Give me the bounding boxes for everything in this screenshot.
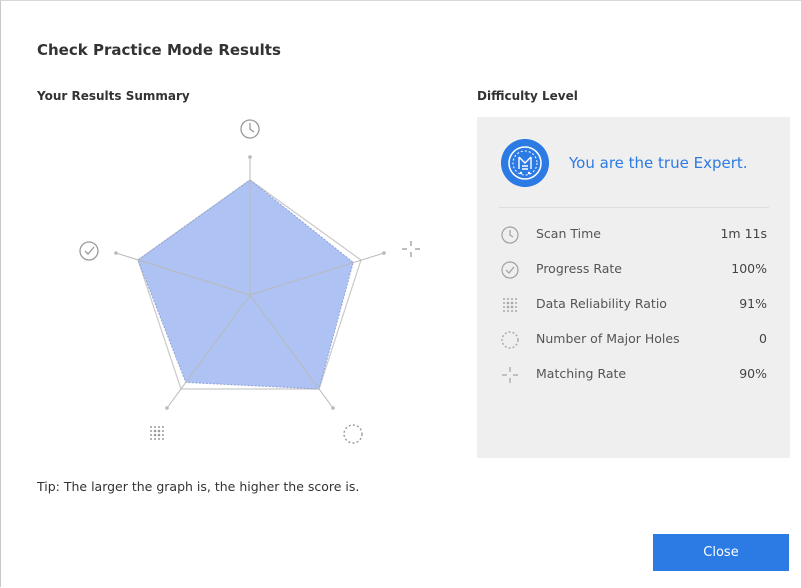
metric-value: 100%: [731, 261, 767, 276]
clock-icon: [240, 119, 260, 139]
metric-value: 91%: [739, 296, 767, 311]
metric-row-progress-rate: Progress Rate 100%: [499, 258, 769, 282]
difficulty-level-title: Difficulty Level: [477, 89, 578, 103]
difficulty-panel: You are the true Expert. Scan Time 1m 11…: [477, 117, 790, 458]
expert-level-text: You are the true Expert.: [569, 154, 748, 172]
check-circle-icon: [501, 261, 519, 279]
metric-label: Data Reliability Ratio: [536, 296, 667, 311]
metric-value: 1m 11s: [720, 226, 767, 241]
metric-row-data-reliability: Data Reliability Ratio 91%: [499, 293, 769, 317]
dot-grid-icon: [503, 298, 517, 312]
dot-grid-icon: [150, 426, 164, 440]
practice-results-dialog: Check Practice Mode Results Your Results…: [0, 0, 801, 587]
close-button[interactable]: Close: [653, 534, 789, 571]
metric-label: Scan Time: [536, 226, 601, 241]
metric-row-matching-rate: Matching Rate 90%: [499, 363, 769, 387]
metric-label: Number of Major Holes: [536, 331, 680, 346]
metric-label: Progress Rate: [536, 261, 622, 276]
panel-divider: [499, 207, 769, 208]
tip-text: Tip: The larger the graph is, the higher…: [37, 479, 360, 494]
check-circle-icon: [79, 241, 99, 261]
metric-value: 0: [759, 331, 767, 346]
clock-icon: [501, 226, 519, 244]
metric-row-major-holes: Number of Major Holes 0: [499, 328, 769, 352]
crosshair-icon: [502, 367, 518, 383]
expert-badge-icon: [501, 139, 549, 187]
metric-row-scan-time: Scan Time 1m 11s: [499, 223, 769, 247]
dotted-circle-icon: [343, 424, 363, 444]
crosshair-icon: [402, 241, 420, 257]
dotted-circle-icon: [501, 331, 519, 349]
metric-label: Matching Rate: [536, 366, 627, 381]
metric-value: 90%: [739, 366, 767, 381]
